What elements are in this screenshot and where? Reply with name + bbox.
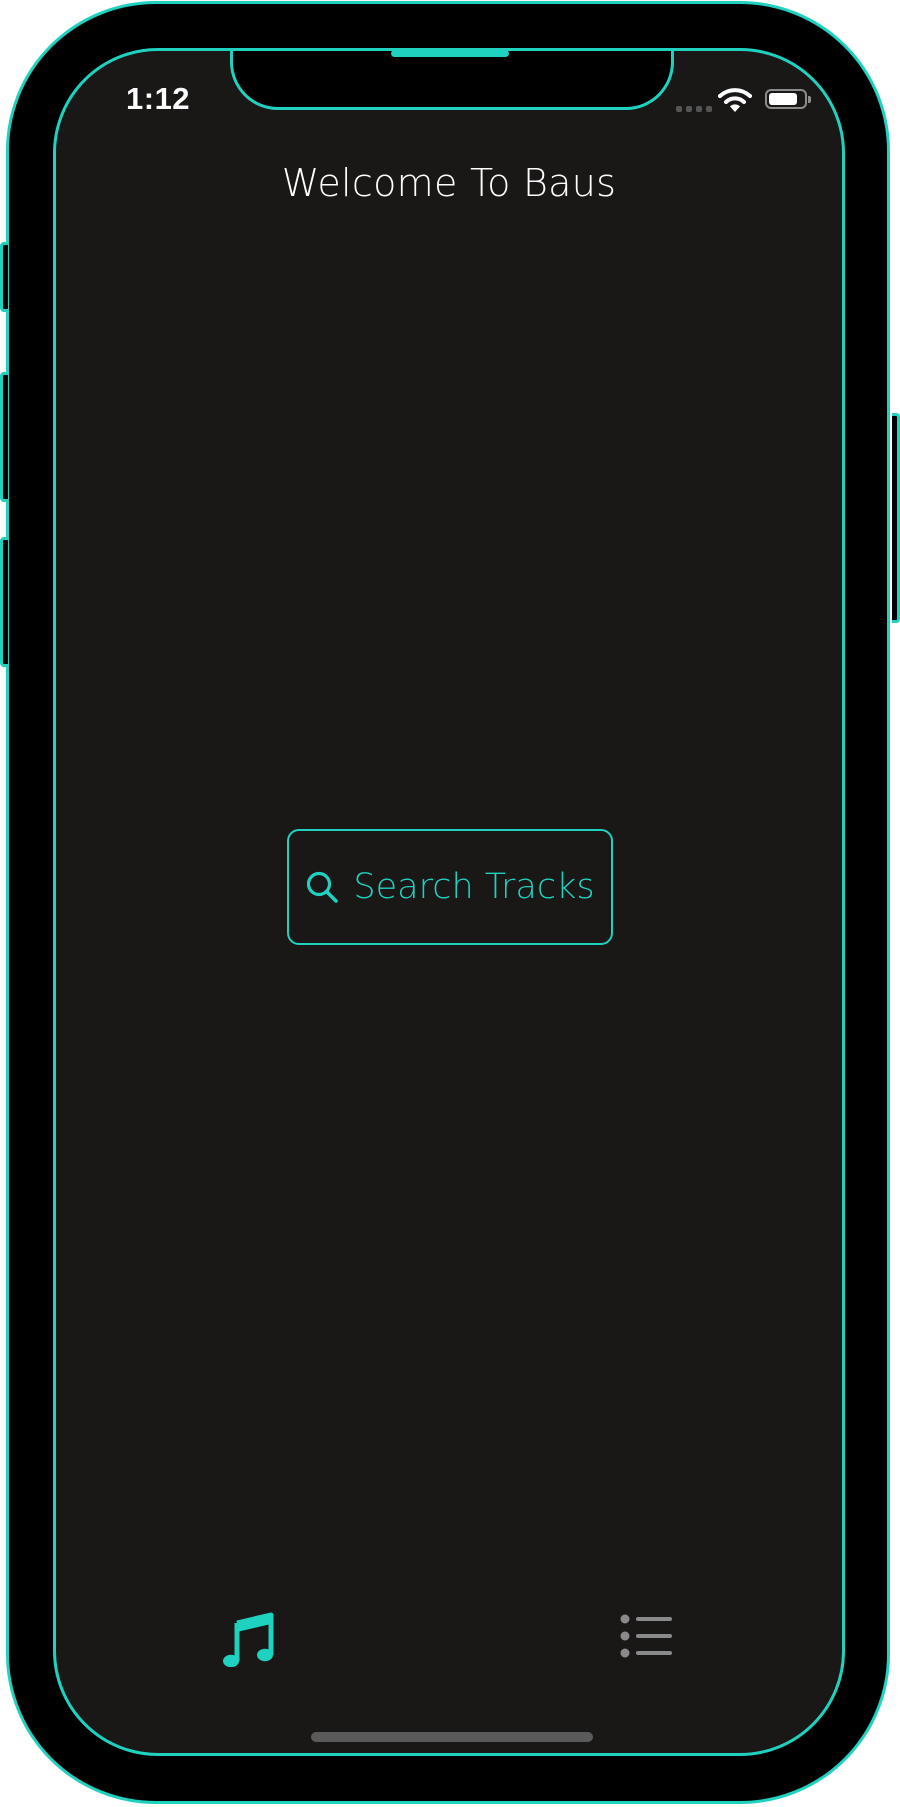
speaker-grille xyxy=(391,50,509,57)
battery-icon xyxy=(765,89,811,109)
search-tracks-label: Search Tracks xyxy=(353,867,595,907)
notch xyxy=(230,51,674,110)
app-screen: 1:12 Welcome To Baus Search Tracks xyxy=(53,48,845,1756)
volume-down-button xyxy=(0,537,8,667)
list-icon[interactable] xyxy=(620,1613,674,1659)
search-icon xyxy=(307,871,339,903)
music-note-icon[interactable] xyxy=(223,1611,275,1667)
wifi-icon xyxy=(718,88,752,112)
status-time: 1:12 xyxy=(126,81,191,116)
cellular-signal-icon xyxy=(676,106,712,112)
search-tracks-button[interactable]: Search Tracks xyxy=(287,829,613,945)
volume-up-button xyxy=(0,372,8,502)
power-button xyxy=(892,413,900,623)
silent-switch xyxy=(0,242,8,312)
page-title: Welcome To Baus xyxy=(281,161,617,205)
home-indicator[interactable] xyxy=(311,1732,593,1742)
